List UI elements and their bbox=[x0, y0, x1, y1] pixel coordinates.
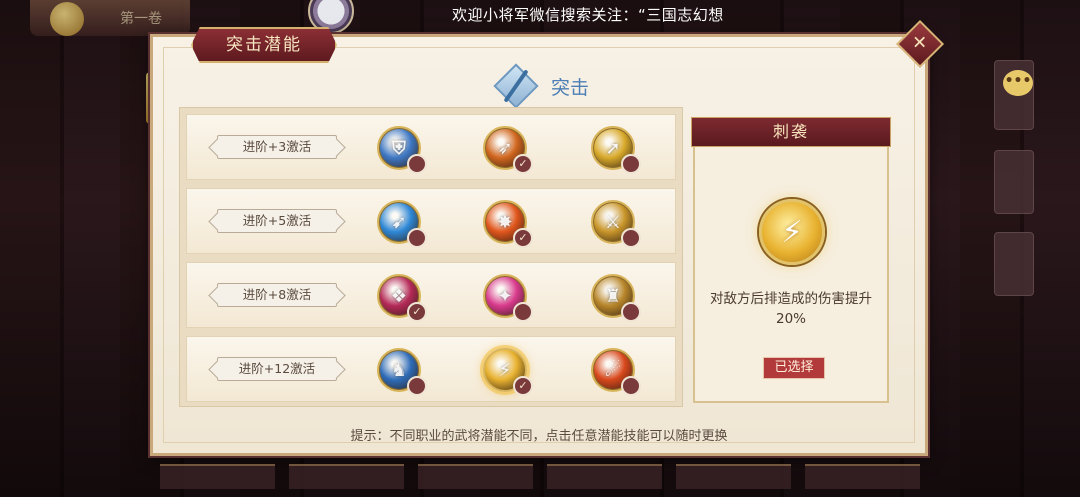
close-icon: ✕ bbox=[912, 33, 928, 54]
warrior-skill-icon[interactable]: ⚔ bbox=[591, 200, 641, 248]
bottom-tab[interactable] bbox=[676, 464, 791, 489]
check-icon bbox=[407, 228, 427, 248]
flame-slash-skill-icon[interactable]: ☄ bbox=[591, 348, 641, 396]
bottom-tab[interactable] bbox=[418, 464, 533, 489]
bottom-tab[interactable] bbox=[547, 464, 662, 489]
bottom-tab-strip bbox=[150, 456, 930, 497]
tier-label: 进阶+5激活 bbox=[217, 209, 337, 233]
tier-row: 进阶+8激活 ❖ ✓ ✦ ♜ bbox=[186, 262, 676, 328]
golden-spear-skill-icon[interactable]: ➚ bbox=[591, 126, 641, 174]
status-badge: 已选择 bbox=[763, 357, 825, 379]
dialog-title: 突击潜能 bbox=[191, 27, 337, 63]
check-icon bbox=[513, 302, 533, 322]
bottom-tab[interactable] bbox=[805, 464, 920, 489]
crimson-beast-skill-icon[interactable]: ❖ ✓ bbox=[377, 274, 427, 322]
check-icon: ✓ bbox=[513, 228, 533, 248]
check-icon bbox=[621, 228, 641, 248]
pink-burst-skill-icon[interactable]: ✦ bbox=[483, 274, 533, 322]
chat-bubble-icon[interactable]: ••• bbox=[1003, 70, 1033, 96]
tier-row: 进阶+5激活 ➹ ✸ ✓ ⚔ bbox=[186, 188, 676, 254]
scrolling-banner: 欢迎小将军微信搜索关注：“三国志幻想 bbox=[452, 6, 724, 24]
sword-diamond-icon bbox=[493, 63, 539, 109]
explosion-skill-icon[interactable]: ✸ ✓ bbox=[483, 200, 533, 248]
check-icon bbox=[407, 154, 427, 174]
potential-table: 进阶+3激活 ⛨ ➶ ✓ ➚ 进阶+5激活 ➹ ✸ ✓ ⚔ 进阶+8激活 ❖ ✓ ✦ … bbox=[179, 107, 683, 407]
check-icon bbox=[407, 376, 427, 396]
coin-icon bbox=[50, 2, 84, 36]
check-icon bbox=[621, 302, 641, 322]
charging-rider-skill-icon[interactable]: ♞ bbox=[377, 348, 427, 396]
check-icon: ✓ bbox=[513, 154, 533, 174]
bottom-tab[interactable] bbox=[160, 464, 275, 489]
check-icon: ✓ bbox=[513, 376, 533, 396]
bottom-tab[interactable] bbox=[289, 464, 404, 489]
skill-description: 对敌方后排造成的伤害提升20% bbox=[710, 291, 872, 327]
check-icon: ✓ bbox=[407, 302, 427, 322]
class-header: 突击 bbox=[493, 63, 589, 109]
hint-text: 提示：不同职业的武将潜能不同，点击任意潜能技能可以随时更换 bbox=[350, 429, 728, 444]
top-left-hud: 第一卷 bbox=[30, 0, 190, 36]
tier-row: 进阶+12激活 ♞ ⚡ ✓ ☄ bbox=[186, 336, 676, 402]
skill-name: 刺袭 bbox=[691, 117, 891, 147]
tier-label: 进阶+3激活 bbox=[217, 135, 337, 159]
class-label: 突击 bbox=[551, 76, 590, 99]
armored-general-skill-icon[interactable]: ♜ bbox=[591, 274, 641, 322]
tier-label: 进阶+12激活 bbox=[217, 357, 337, 381]
side-menu-button[interactable] bbox=[994, 232, 1034, 296]
side-menu-button[interactable] bbox=[994, 150, 1034, 214]
top-left-label: 第一卷 bbox=[120, 11, 162, 27]
shield-skill-icon[interactable]: ⛨ bbox=[377, 126, 427, 174]
check-icon bbox=[621, 154, 641, 174]
tier-label: 进阶+8激活 bbox=[217, 283, 337, 307]
potential-dialog: 突击潜能 ✕ 突击 进阶+3激活 ⛨ ➶ ✓ ➚ 进阶+5激活 ➹ ✸ ✓ ⚔ 进阶… bbox=[150, 19, 945, 456]
ice-lance-skill-icon[interactable]: ➹ bbox=[377, 200, 427, 248]
tier-row: 进阶+3激活 ⛨ ➶ ✓ ➚ bbox=[186, 114, 676, 180]
skill-detail-card: 刺袭 ⚡ 对敌方后排造成的伤害提升20% 已选择 bbox=[691, 117, 891, 403]
lightning-strike-skill-icon[interactable]: ⚡ ✓ bbox=[483, 348, 533, 396]
flame-spear-skill-icon[interactable]: ➶ ✓ bbox=[483, 126, 533, 174]
lightning-strike-skill-icon: ⚡ bbox=[759, 199, 825, 265]
check-icon bbox=[621, 376, 641, 396]
